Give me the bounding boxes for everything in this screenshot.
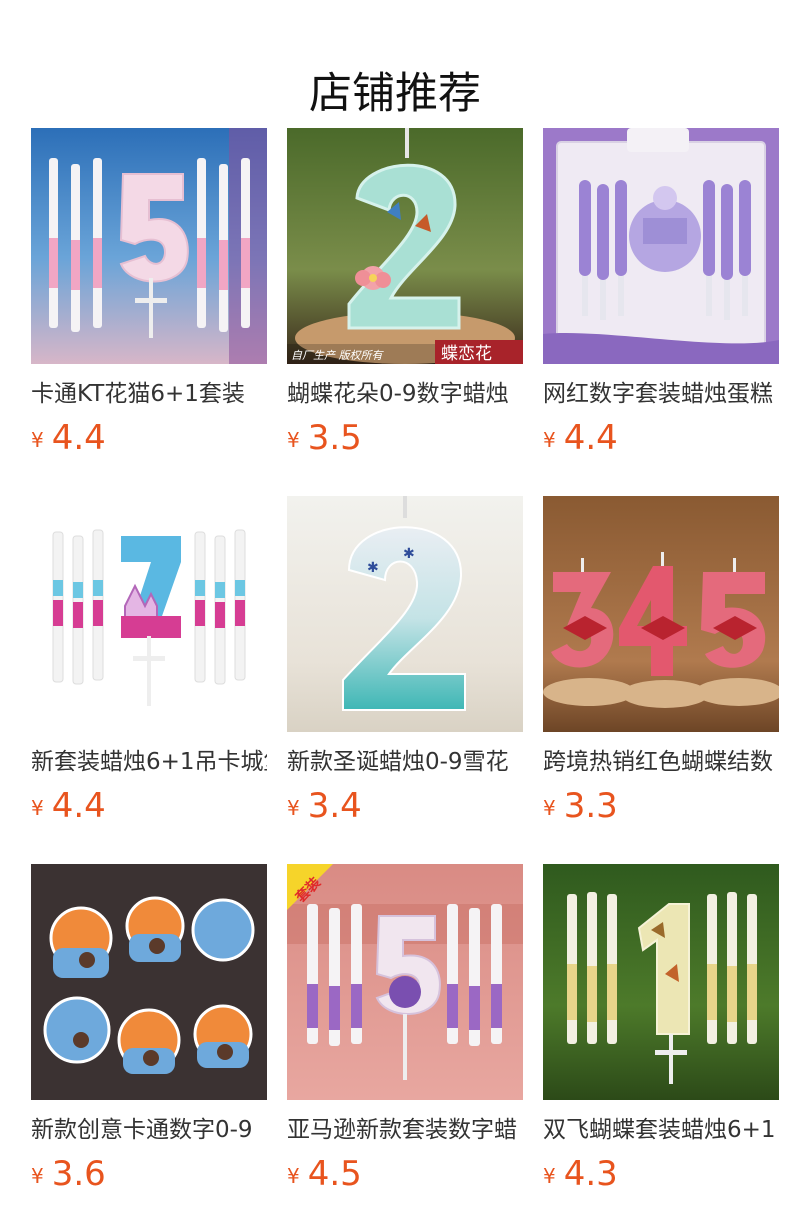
- price-value: 3.3: [563, 786, 618, 826]
- product-card[interactable]: 网红数字套装蜡烛蛋糕 ¥4.4: [543, 128, 779, 496]
- candle-set-number-7-castle-image[interactable]: [31, 496, 267, 732]
- candle-numbers-345-red-bow-image[interactable]: [543, 496, 779, 732]
- currency-symbol: ¥: [287, 1164, 300, 1188]
- watermark-text: 自厂生产 版权所有: [291, 349, 384, 362]
- product-name[interactable]: 双飞蝴蝶套装蜡烛6+1: [543, 1114, 779, 1146]
- currency-symbol: ¥: [543, 796, 556, 820]
- page: 店铺推荐 卡通KT花猫6+1套装 ¥ 4.4 自厂生产 版权所有 蝶恋花 蝴蝶花…: [0, 0, 790, 1232]
- product-name[interactable]: 新款创意卡通数字0-9: [31, 1114, 267, 1146]
- price-value: 3.4: [307, 786, 362, 826]
- product-card[interactable]: 新款创意卡通数字0-9 ¥3.6: [31, 864, 267, 1232]
- currency-symbol: ¥: [287, 428, 300, 452]
- product-card[interactable]: ✱ ✱ 新款圣诞蜡烛0-9雪花 ¥3.4: [287, 496, 523, 864]
- candle-number-2-butterfly-flower-image[interactable]: 自厂生产 版权所有 蝶恋花: [287, 128, 523, 364]
- product-price: ¥4.4: [31, 786, 267, 830]
- product-name[interactable]: 网红数字套装蜡烛蛋糕: [543, 378, 779, 410]
- svg-text:✱: ✱: [403, 546, 415, 562]
- svg-text:✱: ✱: [367, 560, 379, 576]
- currency-symbol: ¥: [31, 796, 44, 820]
- product-price: ¥4.4: [31, 418, 267, 462]
- product-price: ¥3.4: [287, 786, 523, 830]
- candle-number-2-snowflake-image[interactable]: ✱ ✱: [287, 496, 523, 732]
- currency-symbol: ¥: [543, 1164, 556, 1188]
- product-price: ¥3.6: [31, 1154, 267, 1198]
- currency-symbol: ¥: [31, 1164, 44, 1188]
- price-value: 4.3: [563, 1154, 618, 1194]
- product-price: ¥3.3: [543, 786, 779, 830]
- candle-set-purple-package-image[interactable]: [543, 128, 779, 364]
- product-price: ¥3.5: [287, 418, 523, 462]
- product-name[interactable]: 跨境热销红色蝴蝶结数: [543, 746, 779, 778]
- product-card[interactable]: 新套装蜡烛6+1吊卡城堡 ¥4.4: [31, 496, 267, 864]
- price-value: 4.4: [51, 786, 106, 826]
- currency-symbol: ¥: [31, 428, 44, 452]
- product-grid: 卡通KT花猫6+1套装 ¥4.4 自厂生产 版权所有 蝶恋花 蝴蝶花朵0-9数字…: [31, 128, 779, 1232]
- currency-symbol: ¥: [543, 428, 556, 452]
- product-name[interactable]: 卡通KT花猫6+1套装: [31, 378, 267, 410]
- product-price: ¥4.3: [543, 1154, 779, 1198]
- price-value: 3.6: [51, 1154, 106, 1194]
- product-name[interactable]: 亚马逊新款套装数字蜡: [287, 1114, 523, 1146]
- brand-label: 蝶恋花: [441, 343, 492, 364]
- product-name[interactable]: 新套装蜡烛6+1吊卡城堡: [31, 746, 267, 778]
- product-card[interactable]: 套装 亚马逊新款套装数字蜡 ¥4.5: [287, 864, 523, 1232]
- product-card[interactable]: 跨境热销红色蝴蝶结数 ¥3.3: [543, 496, 779, 864]
- candle-numbers-cartoon-dog-image[interactable]: [31, 864, 267, 1100]
- product-card[interactable]: 自厂生产 版权所有 蝶恋花 蝴蝶花朵0-9数字蜡烛 ¥3.5: [287, 128, 523, 496]
- product-price: ¥4.5: [287, 1154, 523, 1198]
- page-title: 店铺推荐: [309, 68, 481, 119]
- product-price: ¥4.4: [543, 418, 779, 462]
- product-card[interactable]: 卡通KT花猫6+1套装 ¥4.4: [31, 128, 267, 496]
- product-card[interactable]: 双飞蝴蝶套装蜡烛6+1 ¥4.3: [543, 864, 779, 1232]
- currency-symbol: ¥: [287, 796, 300, 820]
- candle-set-number-5-pink-image[interactable]: [31, 128, 267, 364]
- candle-set-number-1-butterfly-image[interactable]: [543, 864, 779, 1100]
- candle-set-number-5-purple-image[interactable]: 套装: [287, 864, 523, 1100]
- product-name[interactable]: 蝴蝶花朵0-9数字蜡烛: [287, 378, 523, 410]
- price-value: 3.5: [307, 418, 362, 458]
- price-value: 4.4: [563, 418, 618, 458]
- product-name[interactable]: 新款圣诞蜡烛0-9雪花: [287, 746, 523, 778]
- price-value: 4.5: [307, 1154, 362, 1194]
- price-value: 4.4: [51, 418, 106, 458]
